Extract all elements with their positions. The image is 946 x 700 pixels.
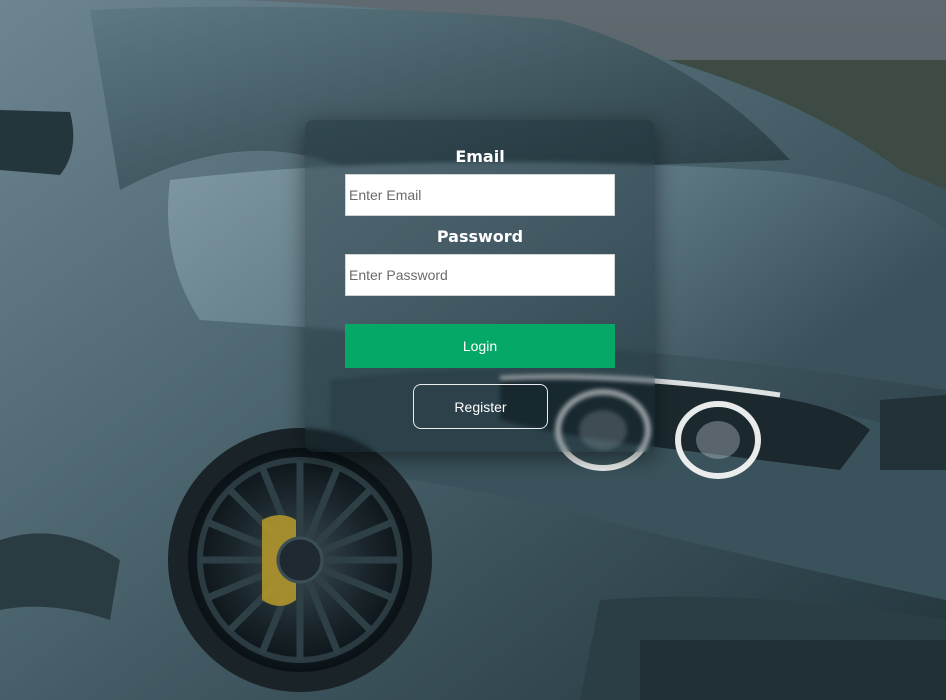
email-label: Email	[455, 147, 505, 166]
register-button[interactable]: Register	[413, 384, 548, 429]
login-page: Email Password Login Register	[0, 0, 946, 700]
email-input[interactable]	[345, 174, 615, 216]
login-card: Email Password Login Register	[305, 120, 655, 452]
password-input[interactable]	[345, 254, 615, 296]
login-button[interactable]: Login	[345, 324, 615, 368]
password-label: Password	[436, 227, 524, 246]
